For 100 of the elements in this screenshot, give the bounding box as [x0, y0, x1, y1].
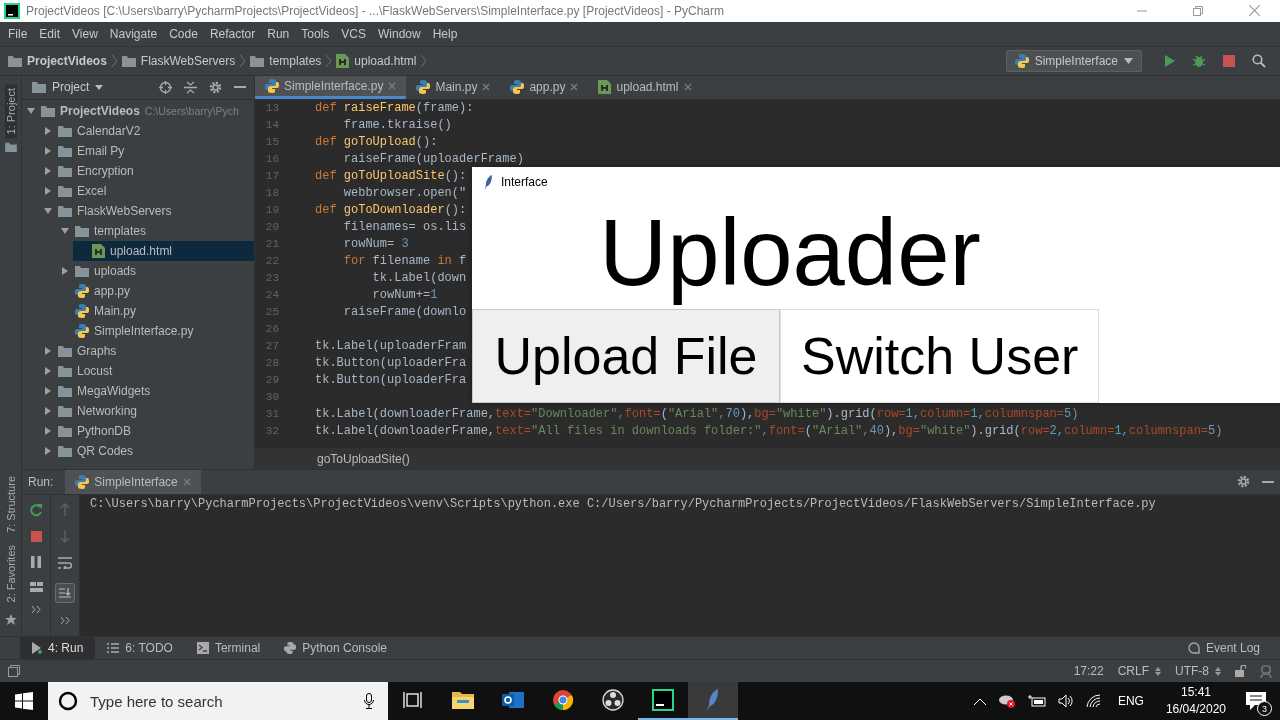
tree-item[interactable]: templates [56, 220, 254, 241]
tree-item[interactable]: CalendarV2 [39, 120, 254, 141]
soft-wrap-icon[interactable] [58, 556, 72, 569]
tree-item[interactable]: PythonDB [39, 420, 254, 441]
scroll-to-end-icon[interactable] [55, 582, 75, 603]
tree-item[interactable]: FlaskWebServers [39, 200, 254, 221]
expanded-arrow-icon[interactable] [43, 205, 53, 216]
volume-icon[interactable] [1057, 694, 1074, 708]
more-icon[interactable] [31, 605, 41, 613]
breadcrumb[interactable]: ProjectVideos [8, 53, 107, 68]
run-configuration-dropdown[interactable]: SimpleInterface [1005, 49, 1142, 72]
menu-item[interactable]: Tools [295, 26, 336, 41]
stop-icon[interactable] [30, 530, 42, 542]
cloud-error-icon[interactable] [997, 694, 1016, 708]
collapsed-arrow-icon[interactable] [43, 165, 53, 176]
tool-window-tab[interactable]: 7: Structure [4, 471, 17, 537]
collapsed-arrow-icon[interactable] [43, 445, 53, 456]
minimize-icon[interactable] [1262, 480, 1274, 483]
event-log-button[interactable]: Event Log [1187, 641, 1260, 656]
tool-window-tab[interactable]: 4: Run [20, 637, 96, 660]
wifi-icon[interactable] [1085, 694, 1102, 708]
tool-window-tab[interactable]: 6: TODO [95, 637, 185, 660]
search-bar[interactable]: Type here to search [48, 682, 388, 720]
tree-item[interactable]: upload.html [73, 240, 254, 261]
minimize-icon[interactable] [234, 86, 246, 89]
expanded-arrow-icon[interactable] [26, 105, 36, 116]
project-view-dropdown[interactable]: Project [32, 80, 104, 95]
encoding-selector[interactable]: UTF-8 [1175, 664, 1209, 678]
tree-item[interactable]: MegaWidgets [39, 380, 254, 401]
tree-item[interactable]: Locust [39, 360, 254, 381]
tree-item[interactable]: Encryption [39, 160, 254, 181]
unlocked-icon[interactable] [1235, 665, 1246, 677]
microphone-icon[interactable] [364, 693, 374, 709]
tool-window-tab[interactable]: Terminal [184, 637, 273, 660]
restore-icon[interactable] [1193, 6, 1203, 16]
layout-icon[interactable] [29, 581, 43, 592]
tree-item[interactable]: Email Py [39, 140, 254, 161]
panel-toggle-icon[interactable] [8, 665, 20, 677]
breadcrumb[interactable]: FlaskWebServers [121, 53, 236, 68]
breadcrumb[interactable]: upload.html [336, 53, 417, 68]
run-icon[interactable] [1163, 54, 1175, 67]
editor-tab[interactable]: app.py [500, 75, 589, 99]
menu-item[interactable]: View [66, 26, 104, 41]
tree-item[interactable]: Networking [39, 400, 254, 421]
close-icon[interactable] [1249, 5, 1260, 17]
menu-item[interactable]: Refactor [203, 26, 262, 41]
menu-item[interactable]: VCS [335, 26, 372, 41]
editor-tab[interactable]: upload.html [588, 75, 702, 99]
tree-item[interactable]: Graphs [39, 340, 254, 361]
pause-icon[interactable] [31, 555, 41, 568]
input-language[interactable]: ENG [1117, 694, 1144, 708]
tool-window-tab[interactable]: 1: Project [4, 83, 17, 139]
collapsed-arrow-icon[interactable] [43, 405, 53, 416]
cursor-position[interactable]: 17:22 [1073, 664, 1104, 678]
battery-plug-icon[interactable] [1027, 695, 1046, 707]
dialog-button[interactable]: Upload File [472, 309, 780, 403]
chevron-up-icon[interactable] [973, 697, 986, 705]
settings-icon[interactable] [1237, 475, 1250, 489]
clock-time[interactable]: 15:41 [1180, 684, 1211, 701]
close-icon[interactable] [570, 83, 579, 92]
expanded-arrow-icon[interactable] [60, 225, 70, 236]
tree-item[interactable]: Excel [39, 180, 254, 201]
tool-window-tab[interactable]: Python Console [272, 637, 400, 660]
menu-item[interactable]: Window [371, 26, 427, 41]
collapsed-arrow-icon[interactable] [43, 385, 53, 396]
tool-window-tab[interactable]: 2: Favorites [4, 540, 17, 607]
menu-item[interactable]: Run [261, 26, 296, 41]
collapsed-arrow-icon[interactable] [43, 125, 53, 136]
tree-item[interactable]: app.py [56, 280, 254, 301]
line-separator-selector[interactable]: CRLF [1117, 664, 1149, 678]
collapse-all-icon[interactable] [184, 80, 197, 94]
stop-icon[interactable] [1223, 54, 1235, 67]
rerun-icon[interactable] [29, 502, 43, 517]
collapsed-arrow-icon[interactable] [43, 365, 53, 376]
clock-date[interactable]: 16/04/2020 [1165, 701, 1226, 718]
close-icon[interactable] [683, 83, 692, 92]
menu-item[interactable]: Help [426, 26, 464, 41]
breadcrumb[interactable]: templates [250, 53, 322, 68]
run-tab[interactable]: SimpleInterface [65, 469, 201, 494]
bug-icon[interactable] [1192, 53, 1206, 68]
collapsed-arrow-icon[interactable] [43, 145, 53, 156]
collapsed-arrow-icon[interactable] [43, 185, 53, 196]
editor-tab[interactable]: Main.py [406, 75, 501, 99]
taskbar-search-field[interactable]: Type here to search [88, 691, 354, 711]
search-icon[interactable] [1252, 53, 1266, 68]
target-icon[interactable] [159, 80, 172, 94]
windows-start-icon[interactable] [15, 692, 33, 710]
settings-icon[interactable] [209, 80, 222, 94]
close-icon[interactable] [482, 83, 491, 92]
menu-item[interactable]: Code [163, 26, 204, 41]
tree-item[interactable]: SimpleInterface.py [56, 320, 254, 341]
collapsed-arrow-icon[interactable] [43, 425, 53, 436]
tree-item[interactable]: uploads [56, 260, 254, 281]
menu-item[interactable]: File [2, 26, 34, 41]
menu-item[interactable]: Navigate [103, 26, 164, 41]
more-icon[interactable] [60, 616, 70, 624]
code-breadcrumb[interactable]: goToUploadSite() [317, 451, 410, 466]
collapsed-arrow-icon[interactable] [43, 345, 53, 356]
inspector-icon[interactable] [1260, 664, 1272, 678]
collapsed-arrow-icon[interactable] [60, 265, 70, 276]
